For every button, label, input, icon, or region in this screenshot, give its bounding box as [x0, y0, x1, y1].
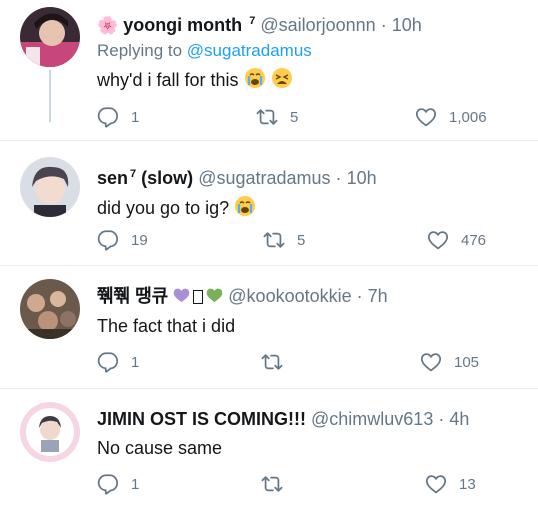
display-name[interactable]: 쮂쮂 땡큐	[97, 286, 168, 306]
purple-heart-icon	[173, 286, 190, 308]
loudly-crying-face-icon	[234, 195, 256, 223]
like-count: 105	[454, 353, 480, 371]
user-handle[interactable]: @kookootokkie	[228, 286, 351, 306]
like-count: 13	[459, 475, 476, 493]
divider	[0, 388, 538, 389]
retweet-icon	[256, 106, 278, 128]
tweet-item[interactable]: 🌸 yoongi month 7 @sailorjoonnn · 10h Rep…	[0, 0, 538, 140]
reply-count: 19	[131, 231, 148, 249]
reply-icon	[97, 106, 119, 128]
retweet-button[interactable]	[261, 351, 295, 373]
separator-dot: ·	[438, 409, 445, 429]
replying-to: Replying to @sugatradamus	[97, 41, 528, 61]
retweet-count: 5	[297, 231, 306, 249]
tweet-text: why'd i fall for this	[97, 67, 528, 95]
reply-icon	[97, 351, 119, 373]
retweet-icon	[263, 229, 285, 251]
replying-to-label: Replying to	[97, 41, 183, 61]
separator-dot: ·	[356, 286, 363, 306]
name-superscript: 7	[249, 15, 256, 27]
retweet-icon	[261, 473, 283, 495]
reply-count: 1	[131, 108, 140, 126]
separator-dot: ·	[380, 15, 387, 35]
tweet-text-content: did you go to ig?	[97, 197, 230, 218]
tweet-item[interactable]: 쮂쮂 땡큐 @kookootokkie · 7h The fact that i…	[0, 265, 538, 388]
tweet-text: did you go to ig?	[97, 195, 528, 223]
tweet-thread: 🌸 yoongi month 7 @sailorjoonnn · 10h Rep…	[0, 0, 538, 509]
display-name-suffix: (slow)	[141, 168, 194, 188]
tweet-text-content: The fact that i did	[97, 316, 236, 337]
heart-icon	[420, 351, 442, 373]
divider	[0, 140, 538, 141]
timestamp[interactable]: 7h	[368, 286, 388, 306]
tweet-header: 🌸 yoongi month 7 @sailorjoonnn · 10h	[97, 10, 528, 37]
retweet-count: 5	[290, 108, 299, 126]
loudly-crying-face-icon	[244, 67, 266, 95]
retweet-button[interactable]: 5	[256, 106, 298, 128]
user-handle[interactable]: @sailorjoonnn	[260, 15, 375, 35]
display-name[interactable]: yoongi month	[123, 15, 242, 35]
avatar[interactable]	[20, 279, 80, 339]
name-superscript: 7	[130, 168, 137, 180]
heart-icon	[415, 106, 437, 128]
cherry-blossom-emoji: 🌸	[97, 16, 119, 36]
weary-face-icon	[271, 67, 293, 95]
avatar[interactable]	[20, 402, 80, 462]
reply-count: 1	[131, 353, 140, 371]
timestamp[interactable]: 4h	[449, 409, 469, 429]
reply-button[interactable]: 1	[97, 106, 139, 128]
tweet-text: No cause same	[97, 436, 528, 460]
tweet-header: sen 7 (slow) @sugatradamus · 10h	[97, 163, 528, 189]
user-handle[interactable]: @chimwluv613	[311, 409, 433, 429]
retweet-button[interactable]: 5	[263, 229, 305, 251]
reply-icon	[97, 473, 119, 495]
heart-icon	[427, 229, 449, 251]
tweet-text-content: why'd i fall for this	[97, 70, 239, 90]
avatar[interactable]	[20, 7, 80, 67]
display-name[interactable]: sen	[97, 168, 128, 188]
missing-glyph-icon	[193, 290, 204, 305]
reply-button[interactable]: 19	[97, 229, 148, 251]
retweet-button[interactable]	[261, 473, 295, 495]
like-button[interactable]: 1,006	[415, 106, 487, 128]
green-heart-icon	[206, 286, 223, 308]
tweet-item[interactable]: sen 7 (slow) @sugatradamus · 10h did you …	[0, 140, 538, 265]
reply-button[interactable]: 1	[97, 473, 139, 495]
heart-icon	[425, 473, 447, 495]
user-handle[interactable]: @sugatradamus	[198, 168, 330, 188]
timestamp[interactable]: 10h	[392, 15, 422, 35]
divider	[0, 265, 538, 266]
reply-icon	[97, 229, 119, 251]
display-name[interactable]: JIMIN OST IS COMING!!!	[97, 409, 306, 429]
like-button[interactable]: 13	[425, 473, 476, 495]
timestamp[interactable]: 10h	[347, 168, 377, 188]
like-count: 476	[461, 231, 487, 249]
like-button[interactable]: 476	[427, 229, 486, 251]
reply-count: 1	[131, 475, 140, 493]
tweet-item[interactable]: JIMIN OST IS COMING!!! @chimwluv613 · 4h…	[0, 388, 538, 509]
tweet-header: 쮂쮂 땡큐 @kookootokkie · 7h	[97, 285, 528, 308]
separator-dot: ·	[335, 168, 342, 188]
tweet-text: The fact that i did	[97, 314, 528, 338]
retweet-icon	[261, 351, 283, 373]
like-button[interactable]: 105	[420, 351, 479, 373]
avatar[interactable]	[20, 157, 80, 217]
replying-to-handle[interactable]: @sugatradamus	[187, 41, 312, 60]
reply-button[interactable]: 1	[97, 351, 139, 373]
like-count: 1,006	[449, 108, 487, 126]
tweet-header: JIMIN OST IS COMING!!! @chimwluv613 · 4h	[97, 408, 528, 430]
tweet-text-content: No cause same	[97, 438, 223, 458]
